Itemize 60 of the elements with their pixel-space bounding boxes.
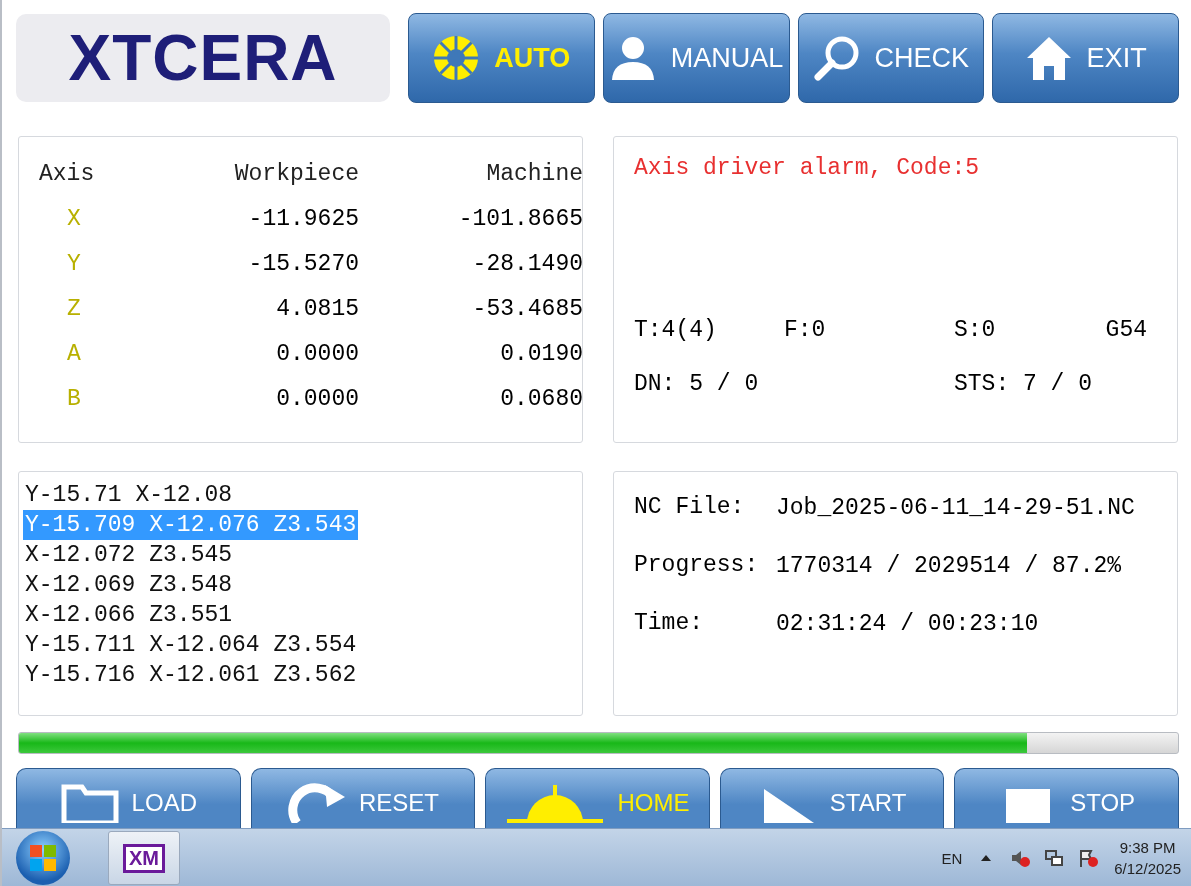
table-cell-text: -11.9625 <box>247 205 359 232</box>
folder-icon <box>59 782 120 823</box>
field-label: Progress: <box>634 552 760 580</box>
tool-value: T:4(4) <box>634 317 718 343</box>
code-line[interactable]: X-12.069 Z3.548 <box>23 570 235 600</box>
mode-button[interactable]: AUTO <box>408 13 595 103</box>
code-line[interactable]: X-12.072 Z3.545 <box>23 540 235 570</box>
axis-label: B <box>66 385 82 412</box>
axis-label: Y <box>66 250 82 277</box>
windows-logo <box>28 843 58 873</box>
coordinate-system: G54 <box>1104 317 1147 343</box>
spindle-value: S:0 <box>954 317 997 343</box>
clock[interactable]: 9:38 PM 6/12/2025 <box>1114 837 1181 879</box>
column-header: Machine <box>485 160 583 187</box>
network-icon[interactable] <box>1044 848 1065 868</box>
column-header: Axis <box>39 160 96 187</box>
field-value: 1770314 / 2029514 / 87.2% <box>776 552 1123 580</box>
sts-value: STS: 7 / 0 <box>954 371 1094 397</box>
axis-label: Z <box>66 295 82 322</box>
table-cell-text: -15.5270 <box>247 250 359 277</box>
speaker-muted-icon[interactable] <box>1010 848 1031 868</box>
mode-button[interactable]: EXIT <box>992 13 1179 103</box>
table-cell-text: 4.0815 <box>275 295 359 322</box>
table-cell-text: 0.0000 <box>275 340 359 367</box>
field-value: 02:31:24 / 00:23:10 <box>776 610 1040 638</box>
target-icon <box>505 782 606 823</box>
start-button[interactable] <box>16 831 70 885</box>
dn-value: DN: 5 / 0 <box>634 371 760 397</box>
alarm-message: Axis driver alarm, Code:5 <box>634 155 980 181</box>
table-cell-text: 0.0680 <box>499 385 583 412</box>
axis-label: A <box>66 340 82 367</box>
action-button[interactable]: START <box>719 768 945 828</box>
field-label: NC File: <box>634 494 746 522</box>
action-button[interactable]: LOAD <box>16 768 241 828</box>
axis-label: X <box>66 205 82 232</box>
mode-button[interactable]: CHECK <box>797 13 985 103</box>
column-header: Workpiece <box>233 160 359 187</box>
table-cell-text: -28.1490 <box>471 250 583 277</box>
logo: XTCERA <box>16 14 390 102</box>
table-cell-text: -53.4685 <box>471 295 583 322</box>
language-indicator[interactable]: EN <box>941 849 963 867</box>
search-icon <box>812 34 861 82</box>
table-cell-text: 0.0190 <box>499 340 583 367</box>
field-value: Job_2025-06-11_14-29-51.NC <box>776 494 1136 522</box>
action-button[interactable]: STOP <box>954 768 1179 828</box>
taskbar-app[interactable]: XM <box>108 831 180 885</box>
flag-icon[interactable] <box>1078 848 1099 868</box>
code-line[interactable]: Y-15.71 X-12.08 <box>23 480 235 510</box>
code-line[interactable]: Y-15.716 X-12.061 Z3.562 <box>23 660 359 690</box>
action-button[interactable]: HOME <box>485 768 710 828</box>
code-line[interactable]: Y-15.711 X-12.064 Z3.554 <box>23 630 359 660</box>
feed-value: F:0 <box>784 317 827 343</box>
table-cell-text: 0.0000 <box>275 385 359 412</box>
sun-icon <box>432 34 481 82</box>
table-cell-text: -101.8665 <box>457 205 583 232</box>
code-line[interactable]: X-12.066 Z3.551 <box>23 600 235 630</box>
refresh-icon <box>286 782 347 823</box>
field-label: Time: <box>634 610 704 638</box>
action-button[interactable]: RESET <box>250 768 476 828</box>
mode-button[interactable]: MANUAL <box>602 13 790 103</box>
